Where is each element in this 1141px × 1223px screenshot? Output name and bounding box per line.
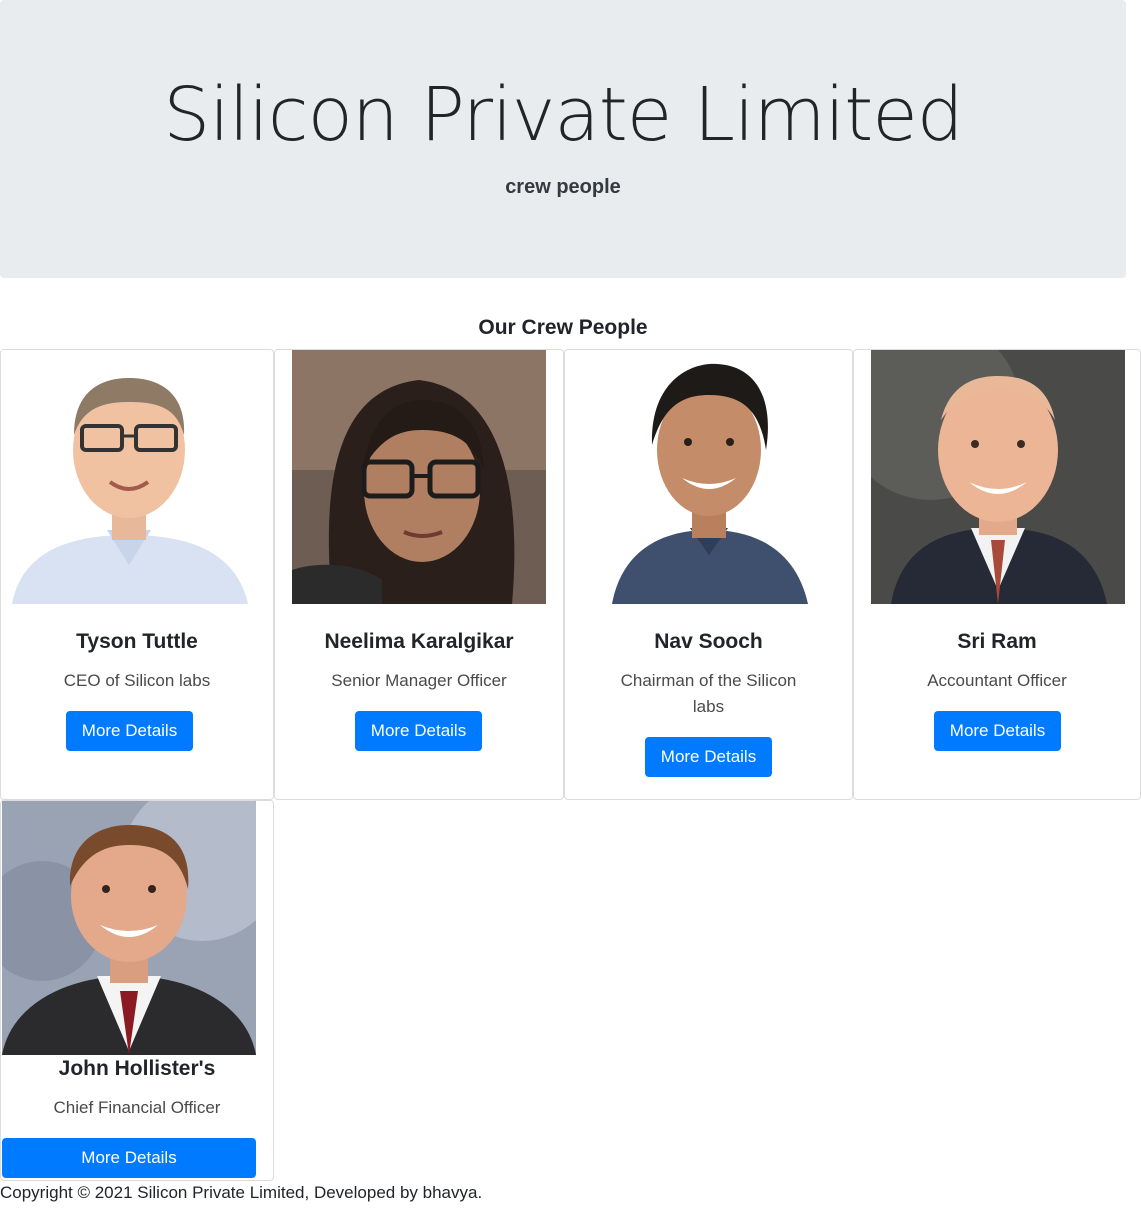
- crew-photo: [292, 350, 546, 604]
- section-title: Our Crew People: [478, 316, 648, 339]
- crew-name: Tyson Tuttle: [76, 630, 198, 653]
- crew-name: John Hollister's: [58, 1057, 216, 1080]
- more-details-button[interactable]: More Details: [2, 1138, 256, 1178]
- crew-name: Sri Ram: [957, 630, 1037, 653]
- crew-name: Nav Sooch: [654, 630, 763, 653]
- crew-card: John Hollister's Chief Financial Officer…: [0, 800, 274, 1181]
- crew-card: Sri Ram Accountant Officer More Details: [853, 349, 1141, 800]
- more-details-button[interactable]: More Details: [66, 711, 193, 751]
- crew-name: Neelima Karalgikar: [324, 630, 514, 653]
- crew-role: Senior Manager Officer: [331, 671, 507, 690]
- crew-role: CEO of Silicon labs: [63, 671, 211, 690]
- more-details-button[interactable]: More Details: [355, 711, 482, 751]
- footer-copyright: Copyright © 2021 Silicon Private Limited…: [0, 1183, 483, 1202]
- more-details-button[interactable]: More Details: [645, 737, 772, 777]
- crew-photo: [2, 350, 256, 604]
- crew-role: Accountant Officer: [927, 671, 1067, 690]
- header-jumbotron: Silicon Private Limited crew people: [0, 0, 1126, 278]
- crew-role: Chairman of the Silicon labs: [620, 671, 797, 716]
- crew-card: Neelima Karalgikar Senior Manager Office…: [274, 349, 564, 800]
- crew-photo: [871, 350, 1125, 604]
- crew-card: Tyson Tuttle CEO of Silicon labs More De…: [0, 349, 274, 800]
- page-title: Silicon Private Limited: [163, 72, 964, 158]
- crew-card: Nav Sooch Chairman of the Silicon labs M…: [564, 349, 853, 800]
- more-details-button[interactable]: More Details: [934, 711, 1061, 751]
- crew-role: Chief Financial Officer: [53, 1098, 221, 1117]
- page-subtitle: crew people: [505, 176, 621, 198]
- crew-photo: [2, 801, 256, 1055]
- crew-photo: [582, 350, 836, 604]
